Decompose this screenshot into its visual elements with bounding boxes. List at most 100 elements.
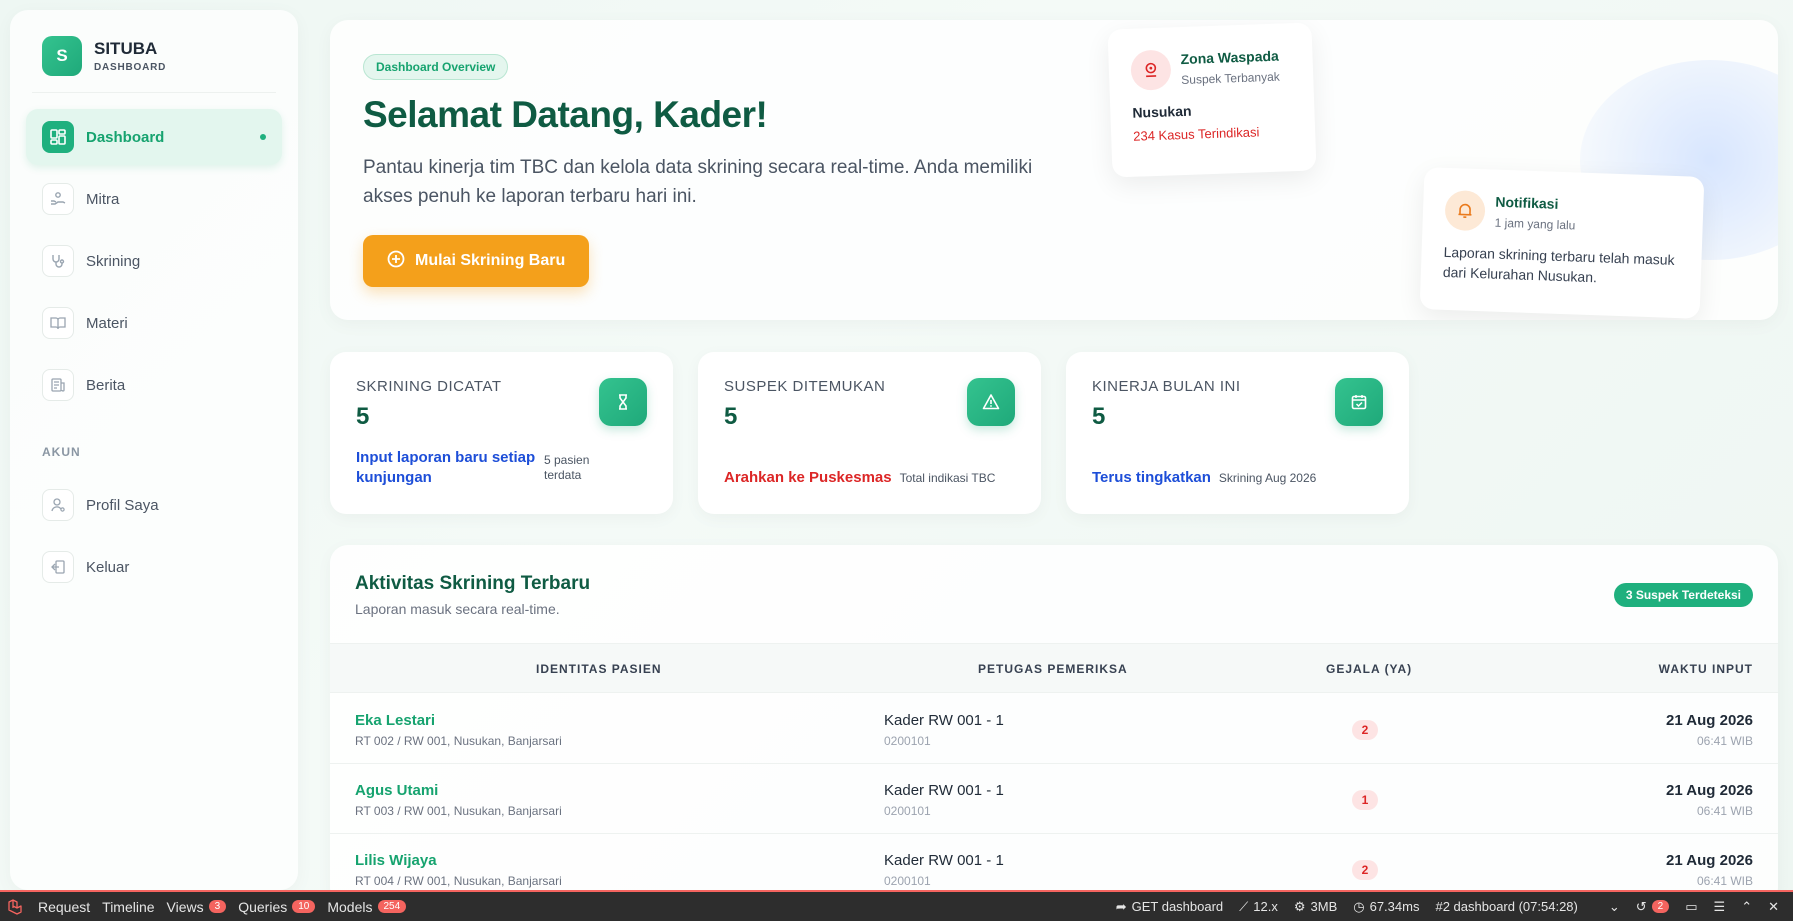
stat-link[interactable]: Terus tingkatkan: [1092, 468, 1211, 488]
debugbar: Request Timeline Views 3 Queries 10 Models…: [0, 890, 1793, 921]
sidebar-item-label: Mitra: [86, 190, 120, 208]
handshake-icon: [42, 183, 74, 215]
officer-code: 0200101: [884, 734, 931, 748]
sidebar-item-berita[interactable]: Berita: [26, 357, 282, 413]
patient-address: RT 004 / RW 001, Nusukan, Banjarsari: [355, 874, 562, 888]
settings-button[interactable]: ☰: [1714, 899, 1726, 915]
stat-note: 5 pasien terdata: [544, 453, 590, 482]
suspect-count-badge: 3 Suspek Terdeteksi: [1613, 583, 1753, 607]
officer-name: Kader RW 001 - 1: [884, 852, 1004, 869]
column-header: PETUGAS PEMERIKSA: [978, 662, 1128, 676]
input-date: 21 Aug 2026: [1666, 712, 1753, 729]
laravel-icon: ⟋: [1239, 898, 1249, 914]
duration-text: 67.34ms: [1369, 899, 1420, 914]
patient-name[interactable]: Eka Lestari: [355, 712, 435, 729]
sliders-icon: ☰: [1713, 898, 1726, 914]
location-pin-icon: [1130, 49, 1172, 91]
user-icon: [42, 489, 74, 521]
column-header: IDENTITAS PASIEN: [536, 662, 662, 676]
stethoscope-icon: [42, 245, 74, 277]
patient-address: RT 002 / RW 001, Nusukan, Banjarsari: [355, 734, 562, 748]
version-text: 12.x: [1253, 899, 1278, 914]
zona-place: Nusukan: [1132, 102, 1192, 121]
chevron-down-icon: ⌄: [1608, 898, 1620, 914]
close-icon: ✕: [1768, 898, 1779, 914]
chevron-up-icon: ⌃: [1741, 898, 1753, 914]
plus-circle-icon: [387, 250, 405, 273]
maximize-button[interactable]: ⌃: [1741, 899, 1752, 915]
table-row[interactable]: Eka Lestari RT 002 / RW 001, Nusukan, Ba…: [330, 694, 1778, 764]
route-info: ➦ GET dashboard: [1116, 899, 1223, 915]
calendar-check-icon: [1335, 378, 1383, 426]
debug-tab-queries[interactable]: Queries 10: [232, 892, 321, 921]
stat-note: Total indikasi TBC: [899, 470, 996, 485]
hero-tag: Dashboard Overview: [363, 54, 509, 80]
tab-label: Models: [327, 898, 373, 915]
active-dot: [260, 134, 266, 140]
sidebar-item-dashboard[interactable]: Dashboard: [26, 109, 282, 165]
new-screening-label: Mulai Skrining Baru: [415, 252, 566, 269]
memory-info: ⚙ 3MB: [1294, 899, 1337, 915]
symptom-count-badge: 2: [1352, 860, 1378, 880]
memory-text: 3MB: [1310, 899, 1338, 914]
input-time: 06:41 WIB: [1696, 804, 1753, 818]
debug-tab-models[interactable]: Models 254: [321, 892, 412, 921]
zona-waspada-card: Zona Waspada Suspek Terbanyak Nusukan 23…: [1107, 22, 1317, 178]
page-title: Selamat Datang, Kader!: [363, 94, 768, 135]
officer-name: Kader RW 001 - 1: [884, 782, 1004, 799]
table-header: IDENTITAS PASIEN PETUGAS PEMERIKSA GEJAL…: [330, 643, 1778, 693]
table-row[interactable]: Agus Utami RT 003 / RW 001, Nusukan, Ban…: [330, 764, 1778, 834]
activity-title: Aktivitas Skrining Terbaru: [355, 573, 591, 594]
sidebar-item-label: Keluar: [86, 558, 130, 576]
sidebar: S SITUBA DASHBOARD Dashboard Mitra Skrin…: [10, 10, 298, 890]
brand-subtitle: DASHBOARD: [94, 62, 167, 73]
sidebar-item-label: Materi: [86, 314, 128, 332]
zona-count: 234 Kasus Terindikasi: [1132, 124, 1260, 144]
sidebar-item-keluar[interactable]: Keluar: [26, 539, 282, 595]
stat-link[interactable]: Input laporan baru setiap kunjungan: [356, 448, 536, 488]
sidebar-item-label: Berita: [86, 376, 126, 394]
tab-label: Request: [38, 898, 91, 915]
sidebar-item-skrining[interactable]: Skrining: [26, 233, 282, 289]
stat-note: Skrining Aug 2026: [1218, 470, 1317, 485]
folder-button[interactable]: ▭: [1685, 899, 1697, 915]
brand[interactable]: S SITUBA DASHBOARD: [32, 36, 276, 93]
hero-description: Pantau kinerja tim TBC dan kelola data s…: [363, 157, 1033, 207]
sidebar-item-label: Profil Saya: [86, 496, 159, 514]
debug-tab-request[interactable]: Request: [32, 892, 96, 921]
notif-text: Laporan skrining terbaru telah masuk dar…: [1442, 243, 1675, 286]
new-screening-button[interactable]: Mulai Skrining Baru: [363, 235, 590, 287]
request-select[interactable]: #2 dashboard (07:54:28) ⌄: [1435, 899, 1619, 915]
brand-logo: S: [42, 36, 82, 76]
stat-link[interactable]: Arahkan ke Puskesmas: [724, 468, 892, 488]
patient-name[interactable]: Agus Utami: [355, 782, 438, 799]
sidebar-item-materi[interactable]: Materi: [26, 295, 282, 351]
version-info: ⟋ 12.x: [1239, 899, 1278, 915]
folder-icon: ▭: [1685, 898, 1698, 914]
laravel-logo-icon[interactable]: [0, 892, 32, 921]
clock-icon: ◷: [1353, 898, 1365, 914]
symptom-count-badge: 1: [1352, 790, 1378, 810]
debug-tab-views[interactable]: Views 3: [161, 892, 233, 921]
column-header: GEJALA (YA): [1326, 662, 1413, 676]
logout-icon: [42, 551, 74, 583]
book-icon: [42, 307, 74, 339]
warning-icon: [967, 378, 1015, 426]
patient-name[interactable]: Lilis Wijaya: [355, 852, 437, 869]
officer-name: Kader RW 001 - 1: [884, 712, 1004, 729]
bell-icon: [1444, 189, 1486, 232]
sidebar-item-profil[interactable]: Profil Saya: [26, 477, 282, 533]
debug-tab-timeline[interactable]: Timeline: [96, 892, 160, 921]
sidebar-item-mitra[interactable]: Mitra: [26, 171, 282, 227]
zona-title: Zona Waspada: [1180, 47, 1280, 68]
notif-title: Notifikasi: [1495, 193, 1559, 212]
history-button[interactable]: ↺ 2: [1635, 898, 1670, 915]
close-button[interactable]: ✕: [1768, 899, 1779, 915]
history-icon: ↺: [1635, 898, 1647, 914]
request-text: #2 dashboard (07:54:28): [1435, 899, 1578, 914]
hourglass-icon: [599, 378, 647, 426]
symptom-count-badge: 2: [1352, 720, 1378, 740]
patient-address: RT 003 / RW 001, Nusukan, Banjarsari: [355, 804, 562, 818]
notification-card[interactable]: Notifikasi 1 jam yang lalu Laporan skrin…: [1419, 167, 1705, 319]
share-arrow-icon: ➦: [1115, 898, 1127, 914]
